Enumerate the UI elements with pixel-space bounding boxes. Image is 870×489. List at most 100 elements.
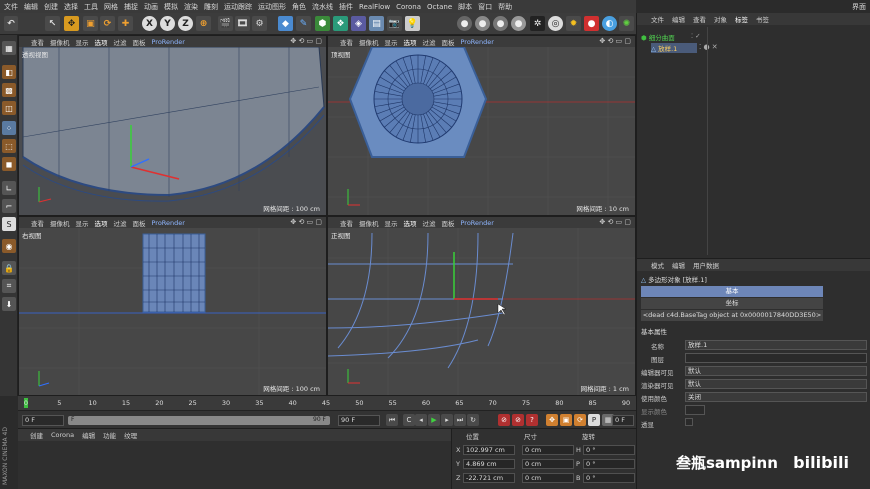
key-rotate-icon[interactable]: ⟳ bbox=[574, 414, 586, 426]
viewport-nav-icons[interactable]: ✥ ⟲ ▭ ▢ bbox=[599, 37, 631, 45]
render-settings-icon[interactable]: ⚙ bbox=[252, 16, 267, 31]
viewport-right[interactable]: 查看 摄像机 显示 选项 过滤 面板 ProRender ✥ ⟲ ▭ ▢ 右视图… bbox=[18, 216, 327, 396]
edges-mode-icon[interactable]: ⬚ bbox=[2, 139, 16, 153]
position-y-field[interactable]: 4.869 cm bbox=[463, 459, 515, 469]
menu-edit[interactable]: 编辑 bbox=[24, 2, 38, 12]
vp-menu-options[interactable]: 选项 bbox=[404, 37, 417, 47]
undo-icon[interactable]: ↶ bbox=[4, 16, 18, 31]
render-picture-icon[interactable]: 🎞 bbox=[235, 16, 250, 31]
subdivision-icon[interactable]: ⬢ bbox=[315, 16, 330, 31]
key-scale-icon[interactable]: ▣ bbox=[560, 414, 572, 426]
menu-select[interactable]: 选择 bbox=[64, 2, 78, 12]
position-x-field[interactable]: 102.997 cm bbox=[463, 445, 515, 455]
menu-simulate[interactable]: 模拟 bbox=[164, 2, 178, 12]
timeline-ruler[interactable]: 0 5 10 15 20 25 30 35 40 45 50 55 60 65 70 75 80 85 90 bbox=[18, 396, 636, 410]
vp-menu-view[interactable]: 查看 bbox=[340, 37, 353, 47]
vp-menu-view[interactable]: 查看 bbox=[31, 37, 44, 47]
viewport-perspective[interactable]: 查看 摄像机 显示 选项 过滤 面板 ProRender ✥ ⟲ ▭ ▢ 透视视… bbox=[18, 35, 327, 216]
cloner-icon[interactable]: ❖ bbox=[333, 16, 348, 31]
octane-render-icon[interactable]: ● bbox=[457, 16, 472, 31]
sun-icon[interactable]: ✹ bbox=[566, 16, 581, 31]
coordinate-system-icon[interactable]: ⊕ bbox=[196, 16, 211, 31]
menu-render[interactable]: 渲染 bbox=[184, 2, 198, 12]
tweak-icon[interactable]: ⌐ bbox=[2, 199, 16, 213]
vp-menu-camera[interactable]: 摄像机 bbox=[359, 218, 379, 228]
current-frame-field[interactable]: 0 F bbox=[22, 415, 64, 426]
vp-menu-options[interactable]: 选项 bbox=[95, 37, 108, 47]
live-select-icon[interactable]: ↖ bbox=[45, 16, 60, 31]
viewport-top[interactable]: 查看 摄像机 显示 选项 过滤 面板 ProRender ✥ ⟲ ▭ ▢ 顶视图… bbox=[327, 35, 636, 216]
vp-menu-filter[interactable]: 过滤 bbox=[423, 218, 436, 228]
octane-settings-icon[interactable]: ✲ bbox=[530, 16, 545, 31]
move-icon[interactable]: ✥ bbox=[64, 16, 79, 31]
vp-menu-view[interactable]: 查看 bbox=[31, 218, 44, 228]
cube-icon[interactable]: ◆ bbox=[278, 16, 293, 31]
layer-field[interactable] bbox=[685, 353, 867, 363]
tab-coordinates[interactable]: 坐标 bbox=[641, 298, 823, 309]
deformer-icon[interactable]: ◈ bbox=[351, 16, 366, 31]
play-icon[interactable]: ▶ bbox=[428, 414, 440, 426]
vp-menu-filter[interactable]: 过滤 bbox=[423, 37, 436, 47]
vp-menu-display[interactable]: 显示 bbox=[76, 218, 89, 228]
menu-window[interactable]: 窗口 bbox=[478, 2, 492, 12]
vp-menu-camera[interactable]: 摄像机 bbox=[50, 218, 70, 228]
menu-snap[interactable]: 捕捉 bbox=[124, 2, 138, 12]
mat-menu-edit[interactable]: 编辑 bbox=[82, 430, 95, 440]
attr-menu-mode[interactable]: 模式 bbox=[651, 260, 664, 270]
menu-pipeline[interactable]: 流水线 bbox=[312, 2, 333, 12]
workplane-icon[interactable]: ◫ bbox=[2, 101, 16, 115]
vp-menu-camera[interactable]: 摄像机 bbox=[50, 37, 70, 47]
octane-material-icon[interactable]: ● bbox=[475, 16, 490, 31]
vp-menu-filter[interactable]: 过滤 bbox=[114, 218, 127, 228]
object-row-subdivision[interactable]: ⬢ 细分曲面 ⁚ ✓ bbox=[641, 32, 761, 42]
panel-divider[interactable] bbox=[707, 27, 708, 255]
menu-create[interactable]: 创建 bbox=[44, 2, 58, 12]
menu-corona[interactable]: Corona bbox=[396, 3, 421, 11]
points-mode-icon[interactable]: ⁘ bbox=[2, 121, 16, 135]
menu-mograph[interactable]: 运动图形 bbox=[258, 2, 286, 12]
light-icon[interactable]: 💡 bbox=[405, 16, 420, 31]
lock-icon[interactable]: 🔒 bbox=[2, 261, 16, 275]
vp-menu-display[interactable]: 显示 bbox=[76, 37, 89, 47]
axis-z-icon[interactable]: Z bbox=[178, 16, 193, 31]
go-to-start-icon[interactable]: ⏮ bbox=[386, 414, 398, 426]
vp-menu-panel[interactable]: 面板 bbox=[133, 218, 146, 228]
tab-basic[interactable]: 基本 bbox=[641, 286, 823, 297]
menu-character[interactable]: 角色 bbox=[292, 2, 306, 12]
menu-tools[interactable]: 工具 bbox=[84, 2, 98, 12]
viewport-nav-icons[interactable]: ✥ ⟲ ▭ ▢ bbox=[290, 218, 322, 226]
obj-menu-tags[interactable]: 标签 bbox=[735, 14, 748, 24]
loop-icon[interactable]: C bbox=[403, 414, 415, 426]
use-color-select[interactable]: 关闭 bbox=[685, 392, 867, 402]
mat-menu-texture[interactable]: 纹理 bbox=[124, 430, 137, 440]
name-field[interactable]: 放样.1 bbox=[685, 340, 867, 350]
snap-icon[interactable]: S bbox=[2, 217, 16, 231]
axis-y-icon[interactable]: Y bbox=[160, 16, 175, 31]
grid-icon[interactable]: ⌗ bbox=[2, 279, 16, 293]
visibility-toggle-icon[interactable]: ⁚ ✓ bbox=[691, 32, 701, 40]
sculpt-icon[interactable]: ◉ bbox=[2, 239, 16, 253]
menu-file[interactable]: 文件 bbox=[4, 2, 18, 12]
vp-menu-panel[interactable]: 面板 bbox=[442, 37, 455, 47]
viewport-front[interactable]: 查看 摄像机 显示 选项 过滤 面板 ProRender ✥ ⟲ ▭ ▢ 正视图… bbox=[327, 216, 636, 396]
fps-field[interactable]: 0 F bbox=[612, 415, 634, 426]
record-key-icon[interactable]: ⊘ bbox=[498, 414, 510, 426]
prev-key-icon[interactable]: ◂ bbox=[415, 414, 427, 426]
texture-mode-icon[interactable]: ▩ bbox=[2, 83, 16, 97]
vp-menu-view[interactable]: 查看 bbox=[340, 218, 353, 228]
vp-menu-prorender[interactable]: ProRender bbox=[152, 219, 185, 227]
position-z-field[interactable]: -22.721 cm bbox=[463, 473, 515, 483]
mat-menu-create[interactable]: 创建 bbox=[30, 430, 43, 440]
record-icon[interactable]: ● bbox=[584, 16, 599, 31]
size-y-field[interactable]: 0 cm bbox=[522, 459, 574, 469]
frame-range-slider[interactable]: F 90 F bbox=[68, 416, 330, 425]
key-help-icon[interactable]: ? bbox=[526, 414, 538, 426]
menu-plugins[interactable]: 插件 bbox=[339, 2, 353, 12]
render-visible-select[interactable]: 默认 bbox=[685, 379, 867, 389]
plugin-icon[interactable]: ✺ bbox=[619, 16, 634, 31]
floor-icon[interactable]: ▤ bbox=[369, 16, 384, 31]
repeat-icon[interactable]: ↻ bbox=[467, 414, 479, 426]
polygons-mode-icon[interactable]: ◼ bbox=[2, 157, 16, 171]
menu-mesh[interactable]: 网格 bbox=[104, 2, 118, 12]
key-param-icon[interactable]: P bbox=[588, 414, 600, 426]
